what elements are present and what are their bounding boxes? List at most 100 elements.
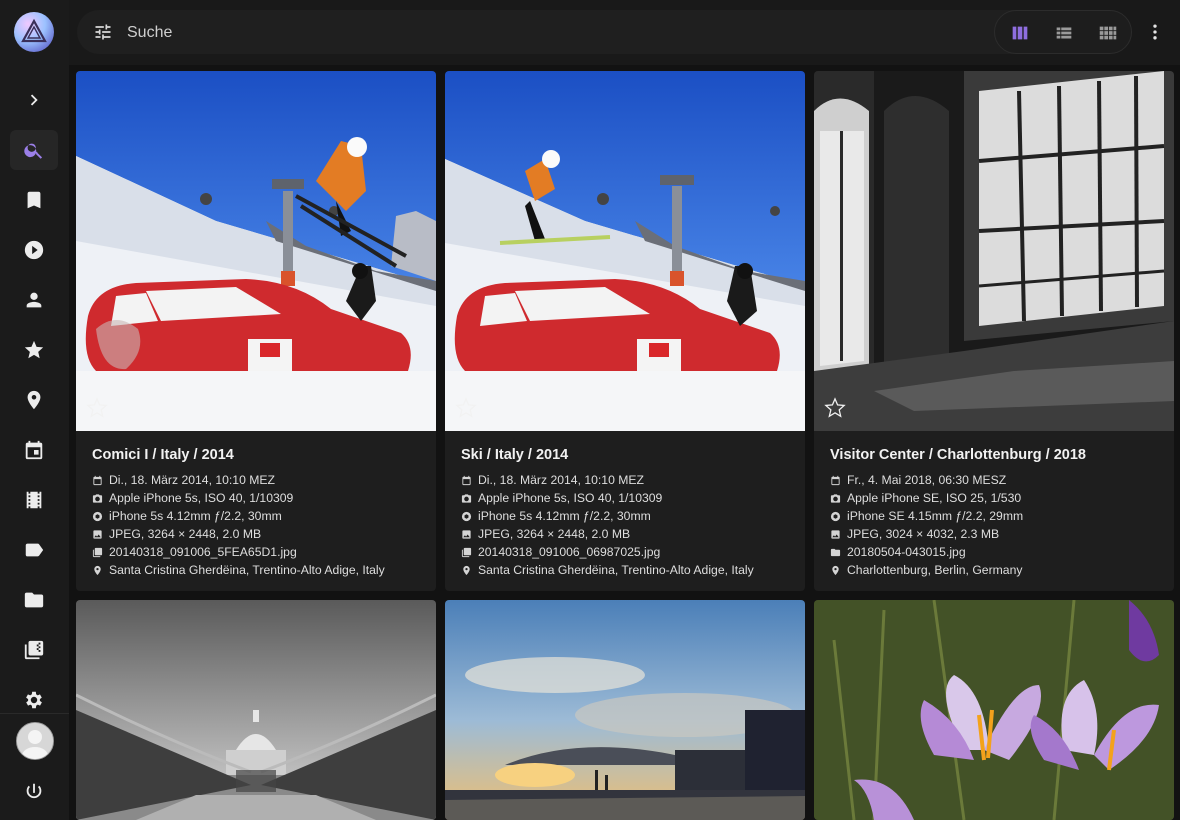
favorite-toggle[interactable]: [86, 397, 108, 419]
photo-location[interactable]: Santa Cristina Gherdëina, Trentino-Alto …: [92, 563, 385, 577]
photo-camera: Apple iPhone SE, ISO 25, 1/530: [830, 491, 1021, 505]
photo-filename: 20140318_091006_06987025.jpg: [461, 545, 660, 559]
photo-date-text: Fr., 4. Mai 2018, 06:30 MESZ: [847, 473, 1007, 487]
photo-date: Di., 18. März 2014, 10:10 MEZ: [461, 473, 644, 487]
star-outline-icon: [824, 397, 846, 418]
aperture-icon: [92, 511, 103, 522]
photo-filename-text: 20180504-043015.jpg: [847, 545, 966, 559]
sidebar-item-labels[interactable]: [10, 530, 58, 570]
camera-icon: [92, 493, 103, 504]
photo-filename-text: 20140318_091006_5FEA65D1.jpg: [109, 545, 297, 559]
photo-thumbnail[interactable]: [445, 71, 805, 431]
sidebar-item-library[interactable]: [10, 630, 58, 670]
sidebar-item-places[interactable]: [10, 380, 58, 420]
cards-view-button[interactable]: [1008, 21, 1032, 45]
camera-icon: [461, 493, 472, 504]
image-icon: [830, 529, 841, 540]
photo-card[interactable]: [814, 600, 1174, 820]
photo-file-info: JPEG, 3264 × 2448, 2.0 MB: [92, 527, 261, 541]
search-icon: [24, 143, 43, 159]
mosaic-view-button[interactable]: [1096, 21, 1120, 45]
favorite-toggle[interactable]: [455, 397, 477, 419]
photo-thumbnail[interactable]: [76, 600, 436, 820]
photo-thumbnail[interactable]: [445, 600, 805, 820]
sidebar-item-moments[interactable]: [10, 480, 58, 520]
photo-camera-text: Apple iPhone SE, ISO 25, 1/530: [847, 491, 1022, 505]
sidebar-expand-button[interactable]: [10, 80, 58, 120]
photo-file-info-text: JPEG, 3264 × 2448, 2.0 MB: [478, 527, 631, 541]
photo-title[interactable]: Visitor Center / Charlottenburg / 2018: [830, 447, 1086, 463]
app-logo[interactable]: [14, 12, 54, 52]
photo-bridge-image: [76, 600, 436, 820]
favorite-toggle[interactable]: [824, 397, 846, 419]
sidebar-item-videos[interactable]: [10, 230, 58, 270]
photo-file-info: JPEG, 3024 × 4032, 2.3 MB: [830, 527, 999, 541]
photo-lens: iPhone 5s 4.12mm ƒ/2.2, 30mm: [92, 509, 282, 523]
photo-date-text: Di., 18. März 2014, 10:10 MEZ: [478, 473, 644, 487]
folder-icon: [24, 592, 44, 608]
photo-filename: 20180504-043015.jpg: [830, 545, 966, 559]
map-pin-icon: [27, 390, 41, 410]
photo-thumbnail[interactable]: [814, 71, 1174, 431]
label-icon: [25, 543, 44, 557]
library-icon: [24, 640, 44, 660]
image-icon: [461, 529, 472, 540]
gear-icon: [26, 691, 42, 709]
sidebar-item-calendar[interactable]: [10, 430, 58, 470]
photo-card[interactable]: [445, 600, 805, 820]
photo-location-text: Santa Cristina Gherdëina, Trentino-Alto …: [109, 563, 385, 577]
person-icon: [26, 292, 42, 308]
photo-title[interactable]: Comici I / Italy / 2014: [92, 447, 234, 463]
photo-card[interactable]: Comici I / Italy / 2014 Di., 18. März 20…: [76, 71, 436, 591]
search-bar: [77, 10, 1057, 54]
photo-lens-text: iPhone SE 4.15mm ƒ/2.2, 29mm: [847, 509, 1024, 523]
photo-ski-jump-image: [76, 71, 436, 431]
map-pin-icon: [92, 565, 103, 576]
photo-date: Fr., 4. Mai 2018, 06:30 MESZ: [830, 473, 1006, 487]
photo-location-text: Charlottenburg, Berlin, Germany: [847, 563, 1023, 577]
photo-title[interactable]: Ski / Italy / 2014: [461, 447, 568, 463]
photo-visitor-center-image: [814, 71, 1174, 431]
photo-file-info: JPEG, 3264 × 2448, 2.0 MB: [461, 527, 630, 541]
logout-button[interactable]: [10, 772, 58, 812]
image-icon: [92, 529, 103, 540]
photo-lens: iPhone 5s 4.12mm ƒ/2.2, 30mm: [461, 509, 651, 523]
photo-camera-text: Apple iPhone 5s, ISO 40, 1/10309: [109, 491, 294, 505]
camera-icon: [830, 493, 841, 504]
calendar-icon: [25, 440, 43, 460]
sidebar-item-search[interactable]: [10, 130, 58, 170]
calendar-icon: [92, 475, 103, 486]
aperture-icon: [461, 511, 472, 522]
photo-card[interactable]: [76, 600, 436, 820]
photo-thumbnail[interactable]: [76, 71, 436, 431]
photo-card[interactable]: Ski / Italy / 2014 Di., 18. März 2014, 1…: [445, 71, 805, 591]
photo-filename: 20140318_091006_5FEA65D1.jpg: [92, 545, 297, 559]
photo-location[interactable]: Santa Cristina Gherdëina, Trentino-Alto …: [461, 563, 754, 577]
filter-toggle-button[interactable]: [93, 22, 113, 42]
chevron-right-icon: [30, 94, 38, 106]
mosaic-view-icon: [1099, 26, 1117, 40]
photo-thumbnail[interactable]: [814, 600, 1174, 820]
sidebar-item-albums[interactable]: [10, 180, 58, 220]
photo-ski-image: [445, 71, 805, 431]
photo-sunset-image: [445, 600, 805, 820]
map-pin-icon: [830, 565, 841, 576]
star-icon: [24, 340, 44, 359]
calendar-icon: [830, 475, 841, 486]
star-outline-icon: [455, 397, 477, 418]
cards-view-icon: [1012, 26, 1028, 40]
photo-card[interactable]: Visitor Center / Charlottenburg / 2018 F…: [814, 71, 1174, 591]
photo-location[interactable]: Charlottenburg, Berlin, Germany: [830, 563, 1022, 577]
sidebar-item-people[interactable]: [10, 280, 58, 320]
sidebar-item-favorites[interactable]: [10, 330, 58, 370]
top-bar: [69, 0, 1180, 65]
photo-lens-text: iPhone 5s 4.12mm ƒ/2.2, 30mm: [478, 509, 651, 523]
sidebar-item-folders[interactable]: [10, 580, 58, 620]
calendar-icon: [461, 475, 472, 486]
list-view-button[interactable]: [1052, 21, 1076, 45]
sidebar-item-settings[interactable]: [10, 680, 58, 720]
avatar[interactable]: [16, 722, 54, 760]
search-input[interactable]: [125, 20, 989, 46]
photo-camera-text: Apple iPhone 5s, ISO 40, 1/10309: [478, 491, 663, 505]
more-options-button[interactable]: [1145, 20, 1165, 44]
